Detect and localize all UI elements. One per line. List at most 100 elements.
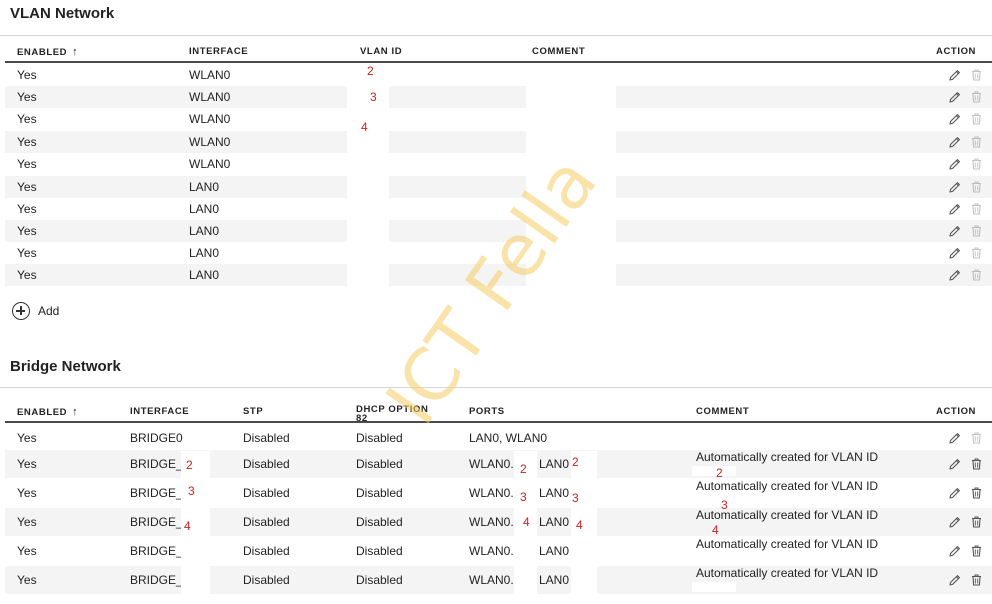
bridge-header-interface[interactable]: INTERFACE [130, 397, 189, 423]
interface-cell: WLAN0 [189, 68, 231, 82]
annotation-number: 3 [721, 498, 728, 512]
interface-cell: BRIDGE_ [130, 544, 183, 558]
annotation-number: 3 [370, 90, 377, 104]
ports-cell: LAN0, WLAN0 [469, 431, 548, 445]
vlan-table-row: Yes WLAN0 [5, 86, 992, 108]
annotation-number: 3 [188, 484, 195, 498]
vlan-header-comment[interactable]: COMMENT [532, 37, 585, 63]
redaction-mask [692, 582, 736, 592]
pencil-icon[interactable] [949, 153, 961, 175]
interface-cell: LAN0 [189, 180, 220, 194]
interface-cell: BRIDGE_ [130, 515, 183, 529]
annotation-number: 2 [367, 64, 374, 78]
enabled-cell: Yes [17, 180, 37, 194]
ports-cell: LAN0 [539, 544, 570, 558]
vlan-header-interface[interactable]: INTERFACE [189, 37, 248, 63]
pencil-icon[interactable] [949, 427, 961, 449]
interface-cell: BRIDGE_ [130, 486, 183, 500]
bridge-header-comment[interactable]: COMMENT [696, 397, 749, 423]
pencil-icon[interactable] [949, 508, 961, 536]
pencil-icon[interactable] [949, 242, 961, 264]
bridge-table-row: Yes BRIDGE_ Disabled Disabled WLAN0. LAN0 Auto… [5, 537, 992, 565]
redaction-mask [692, 495, 736, 505]
pencil-icon[interactable] [949, 220, 961, 242]
interface-cell: LAN0 [189, 224, 220, 238]
trash-icon [970, 264, 982, 286]
enabled-cell: Yes [17, 431, 37, 445]
ports-cell: LAN0 [539, 515, 570, 529]
enabled-cell: Yes [17, 457, 37, 471]
enabled-cell: Yes [17, 135, 37, 149]
stp-cell: Disabled [243, 457, 290, 471]
ports-cell: WLAN0. [469, 486, 514, 500]
pencil-icon[interactable] [949, 86, 961, 108]
bridge-header-stp[interactable]: STP [243, 397, 263, 423]
vlan-table-row: Yes LAN0 [5, 242, 992, 264]
bridge-header-dhcp-option[interactable]: DHCP OPTION 82 [356, 397, 428, 424]
vlan-header-enabled[interactable]: ENABLED ↑ [17, 37, 78, 63]
arrow-up-icon: ↑ [72, 406, 79, 418]
bridge-table-row: Yes BRIDGE_ Disabled Disabled WLAN0. LAN0 Auto… [5, 566, 992, 594]
trash-icon [970, 220, 982, 242]
annotation-number: 2 [716, 466, 723, 480]
vlan-table-row: Yes LAN0 [5, 198, 992, 220]
redaction-mask [571, 451, 597, 597]
annotation-number: 4 [361, 120, 368, 134]
bridge-table-row: Yes BRIDGE0 Disabled Disabled LAN0, WLAN0 [5, 427, 992, 449]
trash-icon [970, 153, 982, 175]
vlan-header-action: ACTION [936, 46, 977, 57]
vlan-title-divider [0, 35, 992, 36]
interface-cell: LAN0 [189, 202, 220, 216]
pencil-icon[interactable] [949, 264, 961, 286]
comment-cell: Automatically created for VLAN ID [696, 566, 879, 580]
pencil-icon[interactable] [949, 176, 961, 198]
dhcp-option-cell: Disabled [356, 544, 403, 558]
bridge-table-header: ENABLED ↑ INTERFACE STP DHCP OPTION 82 POR… [5, 397, 992, 423]
interface-cell: LAN0 [189, 268, 220, 282]
pencil-icon[interactable] [949, 198, 961, 220]
vlan-header-vlan-id[interactable]: VLAN ID [360, 37, 402, 63]
ports-cell: LAN0 [539, 486, 570, 500]
dhcp-option-cell: Disabled [356, 573, 403, 587]
pencil-icon[interactable] [949, 479, 961, 507]
ports-cell: LAN0 [539, 573, 570, 587]
interface-cell: WLAN0 [189, 157, 231, 171]
interface-cell: BRIDGE_ [130, 457, 183, 471]
trash-icon[interactable] [970, 450, 982, 478]
trash-icon[interactable] [970, 479, 982, 507]
annotation-number: 2 [186, 458, 193, 472]
enabled-cell: Yes [17, 515, 37, 529]
redaction-mask [526, 65, 616, 289]
interface-cell: WLAN0 [189, 112, 231, 126]
bridge-table-row: Yes BRIDGE_ Disabled Disabled WLAN0. LAN0 Auto… [5, 479, 992, 507]
pencil-icon[interactable] [949, 537, 961, 565]
enabled-cell: Yes [17, 157, 37, 171]
bridge-header-enabled[interactable]: ENABLED ↑ [17, 397, 78, 423]
bridge-table-row: Yes BRIDGE_ Disabled Disabled WLAN0. LAN0 Auto… [5, 508, 992, 536]
pencil-icon[interactable] [949, 450, 961, 478]
ports-cell: LAN0 [539, 457, 570, 471]
trash-icon[interactable] [970, 566, 982, 594]
vlan-table-row: Yes WLAN0 [5, 64, 992, 86]
trash-icon [970, 108, 982, 130]
annotation-number: 3 [572, 491, 579, 505]
pencil-icon[interactable] [949, 131, 961, 153]
vlan-table-row: Yes LAN0 [5, 220, 992, 242]
pencil-icon[interactable] [949, 108, 961, 130]
dhcp-option-cell: Disabled [356, 457, 403, 471]
enabled-cell: Yes [17, 573, 37, 587]
enabled-cell: Yes [17, 202, 37, 216]
add-vlan-button[interactable]: Add [12, 301, 59, 321]
trash-icon[interactable] [970, 537, 982, 565]
enabled-cell: Yes [17, 224, 37, 238]
bridge-header-ports[interactable]: PORTS [469, 397, 505, 423]
vlan-table-row: Yes WLAN0 [5, 108, 992, 130]
bridge-table-row: Yes BRIDGE_ Disabled Disabled WLAN0. LAN0 Auto… [5, 450, 992, 478]
pencil-icon[interactable] [949, 64, 961, 86]
trash-icon[interactable] [970, 508, 982, 536]
annotation-number: 4 [712, 523, 719, 537]
interface-cell: WLAN0 [189, 135, 231, 149]
bridge-header-action: ACTION [936, 406, 977, 417]
pencil-icon[interactable] [949, 566, 961, 594]
redaction-mask [692, 553, 736, 563]
